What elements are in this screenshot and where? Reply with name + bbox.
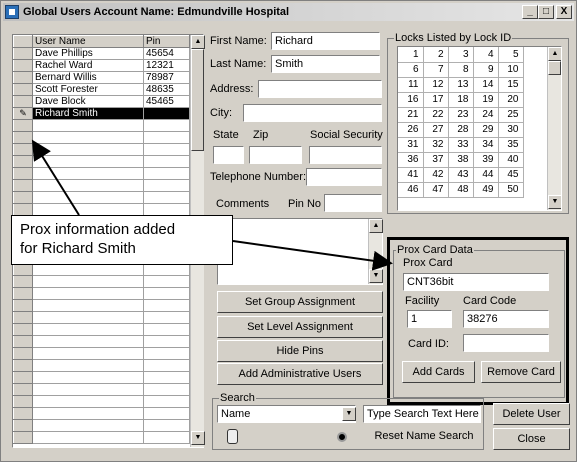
callout-arrow-to-prox: [232, 240, 393, 271]
callout-arrows: [31, 139, 393, 271]
callout-arrow-to-row: [31, 139, 80, 216]
main-window: Global Users Account Name: Edmundville H…: [0, 0, 577, 462]
